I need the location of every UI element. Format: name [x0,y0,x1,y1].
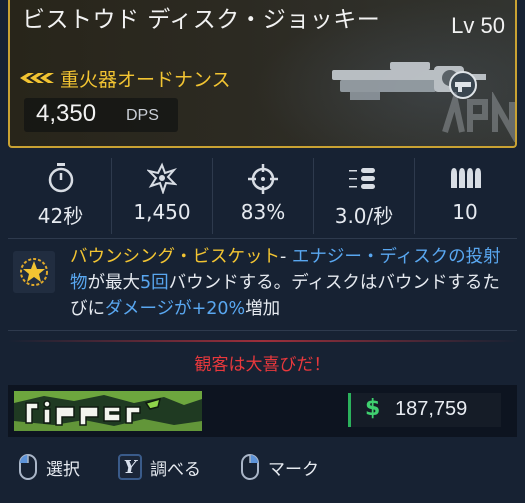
select-label: 選択 [46,459,80,480]
weapon-level: Lv 50 [451,13,505,38]
inspect-control[interactable]: Y 調べる [118,452,201,482]
select-control[interactable]: 選択 [18,452,80,482]
ripper-logo-icon [14,391,202,431]
item-card: ビストウド ディスク・ジョッキー Lv 50 重火器オードナンス 4,350 D… [0,0,525,503]
rarity-chevrons-icon [20,73,54,83]
controls-bar: 選択 Y 調べる マーク [18,452,518,482]
flavor-text: 観客は大喜びだ！ [194,355,331,375]
mark-control[interactable]: マーク [240,452,319,482]
stat-value: 10 [452,200,478,224]
stat-value: 3.0/秒 [334,204,394,228]
stat-accuracy: 83% [212,158,313,234]
crosshair-icon [248,164,278,194]
manufacturer-bar: $ 187,759 [8,385,517,437]
weapon-type: 重火器オードナンス [60,68,231,91]
stat-damage: 1,450 [111,158,212,234]
stat-value: 1,450 [133,200,191,224]
stat-magazine: 10 [414,158,515,234]
dps-box: 4,350 DPS [24,98,178,132]
stat-value: 42秒 [37,204,84,228]
flavor-divider [8,340,517,342]
dollar-icon: $ [365,396,381,421]
perk-name: バウンシング・ビスケット [70,247,280,267]
stat-value: 83% [240,200,286,224]
stopwatch-icon [48,163,73,193]
mouse-right-icon [241,454,259,480]
price-value: 187,759 [395,398,468,420]
perk-description: バウンシング・ビスケット- エナジー・ディスクの投射物が最大5回バウンドする。デ… [70,247,501,319]
dps-value: 4,350 [36,100,97,127]
item-header: ビストウド ディスク・ジョッキー Lv 50 重火器オードナンス 4,350 D… [8,0,517,148]
stats-row: 42秒 1,450 83% 3.0/秒 10 [10,158,517,234]
divider [8,330,517,331]
y-button-icon: Y [118,454,142,480]
rarity-row: 重火器オードナンス [20,66,231,91]
price-box: $ 187,759 [348,393,501,427]
divider [8,238,517,239]
stat-fire-rate: 3.0/秒 [313,158,414,234]
weapon-name: ビストウド ディスク・ジョッキー [22,7,381,33]
mouse-left-icon [19,454,37,480]
gang-graffiti-icon [442,92,515,142]
inspect-label: 調べる [150,459,201,480]
star-badge-icon [13,251,55,293]
stat-cooldown: 42秒 [10,158,111,234]
mark-label: マーク [268,459,319,480]
fire-rate-icon [349,168,375,189]
ammo-icon [451,168,481,188]
dps-unit: DPS [126,107,159,124]
impact-burst-icon [147,162,177,194]
